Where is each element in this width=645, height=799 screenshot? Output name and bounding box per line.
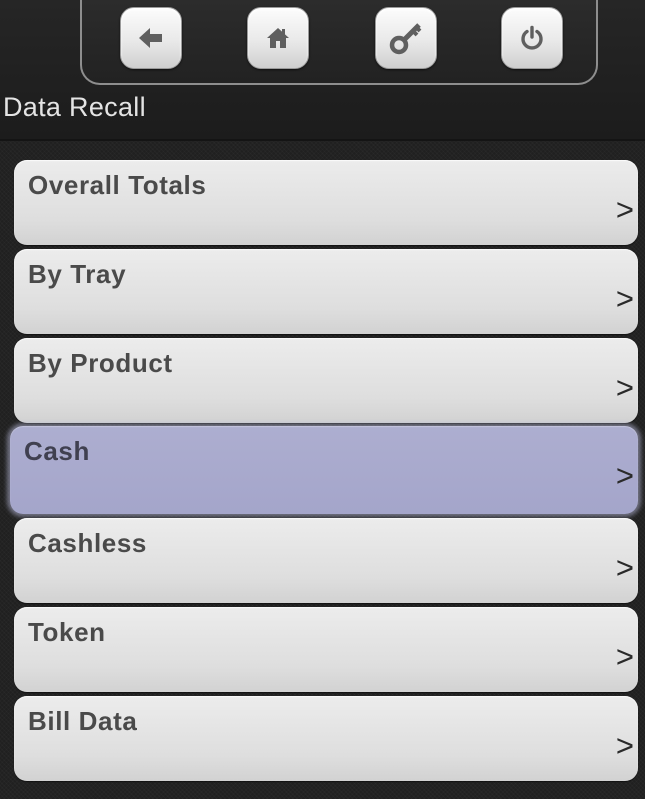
chevron-right-icon: >	[615, 639, 634, 674]
power-button[interactable]	[501, 7, 563, 69]
page-title: Data Recall	[3, 92, 146, 122]
menu-item-cashless[interactable]: Cashless >	[14, 518, 638, 603]
menu-item-label: By Tray	[28, 259, 127, 289]
menu-item-label: Cashless	[28, 528, 147, 558]
navigation-bar	[80, 0, 598, 85]
key-icon	[389, 23, 422, 55]
chevron-right-icon: >	[615, 458, 634, 493]
chevron-right-icon: >	[615, 281, 634, 316]
data-recall-screen: Data Recall Overall Totals > By Tray > B…	[0, 0, 645, 799]
header: Data Recall	[0, 0, 645, 140]
menu-item-by-product[interactable]: By Product >	[14, 338, 638, 423]
power-icon	[521, 25, 543, 50]
chevron-right-icon: >	[615, 728, 634, 763]
arrow-left-icon	[139, 28, 162, 48]
chevron-right-icon: >	[615, 192, 634, 227]
chevron-right-icon: >	[615, 550, 634, 585]
menu-item-by-tray[interactable]: By Tray >	[14, 249, 638, 334]
menu-item-label: Overall Totals	[28, 170, 207, 200]
menu-item-label: Token	[28, 617, 106, 647]
home-button[interactable]	[247, 7, 309, 69]
chevron-right-icon: >	[615, 370, 634, 405]
menu-item-label: Bill Data	[28, 706, 138, 736]
menu-item-label: By Product	[28, 348, 173, 378]
menu-item-cash[interactable]: Cash >	[10, 426, 638, 514]
key-button[interactable]	[375, 7, 437, 69]
back-button[interactable]	[120, 7, 182, 69]
menu-item-label: Cash	[24, 436, 90, 466]
home-icon	[267, 28, 289, 48]
header-divider	[0, 139, 645, 141]
menu-item-bill-data[interactable]: Bill Data >	[14, 696, 638, 781]
menu-item-overall-totals[interactable]: Overall Totals >	[14, 160, 638, 245]
menu-item-token[interactable]: Token >	[14, 607, 638, 692]
